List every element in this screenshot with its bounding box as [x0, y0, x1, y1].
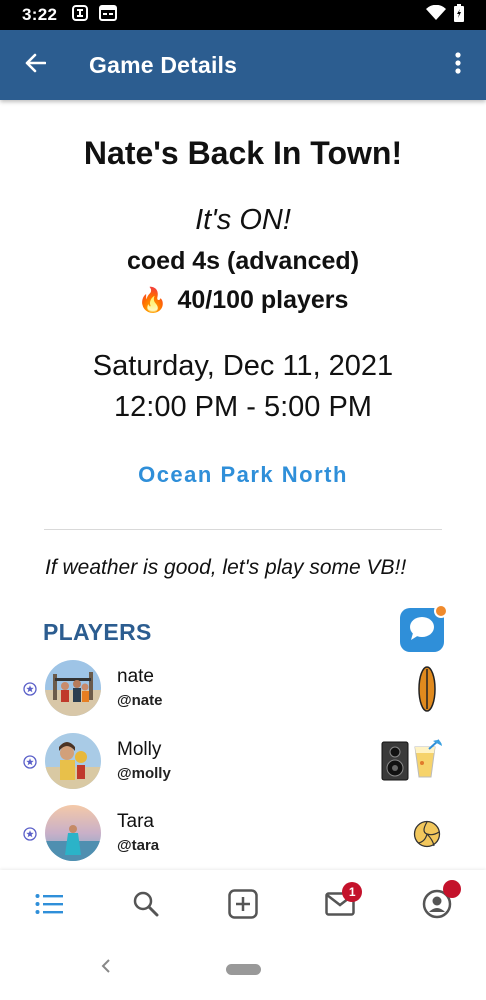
volleyball-icon — [413, 820, 441, 853]
player-row[interactable]: Tara @tara — [0, 805, 486, 867]
back-button[interactable] — [0, 30, 70, 100]
game-date: Saturday, Dec 11, 2021 — [92, 350, 394, 382]
player-count: 40/100 players — [177, 286, 349, 314]
more-vert-icon — [455, 51, 461, 79]
more-options-button[interactable] — [430, 30, 486, 100]
player-count-row: 🔥 40/100 players — [0, 286, 486, 315]
player-row[interactable]: nate @nate — [0, 660, 486, 722]
surfboard-icon — [417, 666, 437, 717]
player-row[interactable]: Molly @molly — [0, 733, 486, 795]
page-title: Game Details — [89, 51, 238, 78]
cocktail-icon — [413, 739, 443, 784]
player-name: Molly — [117, 739, 162, 760]
player-name: nate — [117, 666, 154, 687]
speaker-icon — [381, 741, 409, 786]
player-handle: @tara — [117, 837, 160, 854]
system-nav-bar — [0, 942, 486, 1000]
system-back-icon[interactable] — [100, 958, 120, 978]
nav-list-button[interactable] — [19, 876, 79, 936]
star-badge-icon — [23, 755, 37, 769]
home-pill[interactable] — [226, 964, 261, 975]
list-icon — [35, 893, 63, 920]
app-bar: Game Details — [0, 30, 486, 100]
player-handle: @molly — [117, 765, 171, 782]
chat-bubble-icon — [408, 615, 436, 646]
nav-search-button[interactable] — [116, 876, 176, 936]
player-name: Tara — [117, 811, 154, 832]
game-title: Nate's Back In Town! — [83, 135, 403, 171]
chat-button[interactable] — [400, 604, 448, 652]
profile-badge — [443, 880, 462, 898]
nav-profile-button[interactable] — [407, 876, 467, 936]
avatar — [45, 805, 101, 861]
players-header: PLAYERS — [43, 619, 152, 645]
fire-icon: 🔥 — [137, 287, 168, 314]
game-type: coed 4s (advanced) — [126, 247, 360, 275]
divider — [44, 529, 442, 530]
star-badge-icon — [23, 682, 37, 696]
status-bar: 3:22 — [0, 0, 486, 30]
avatar — [45, 733, 101, 789]
bottom-nav: 1 — [0, 870, 486, 942]
status-time: 3:22 — [22, 5, 58, 24]
game-time: 12:00 PM - 5:00 PM — [114, 391, 372, 423]
avatar — [45, 660, 101, 716]
nav-add-button[interactable] — [213, 876, 273, 936]
location-link[interactable]: Ocean Park North — [0, 462, 486, 488]
add-icon — [228, 888, 258, 924]
player-handle: @nate — [117, 692, 163, 709]
game-description: If weather is good, let's play some VB!! — [45, 556, 407, 579]
battery-icon — [454, 3, 464, 27]
search-icon — [133, 891, 159, 922]
game-status: It's ON! — [195, 204, 291, 236]
wifi-icon — [426, 4, 446, 26]
star-badge-icon — [23, 827, 37, 841]
nav-mail-button[interactable]: 1 — [310, 876, 370, 936]
notification-icon — [71, 4, 89, 27]
mail-badge: 1 — [342, 882, 363, 902]
chat-notification-dot — [434, 604, 448, 618]
calendar-icon — [99, 4, 118, 26]
arrow-left-icon — [24, 53, 47, 78]
